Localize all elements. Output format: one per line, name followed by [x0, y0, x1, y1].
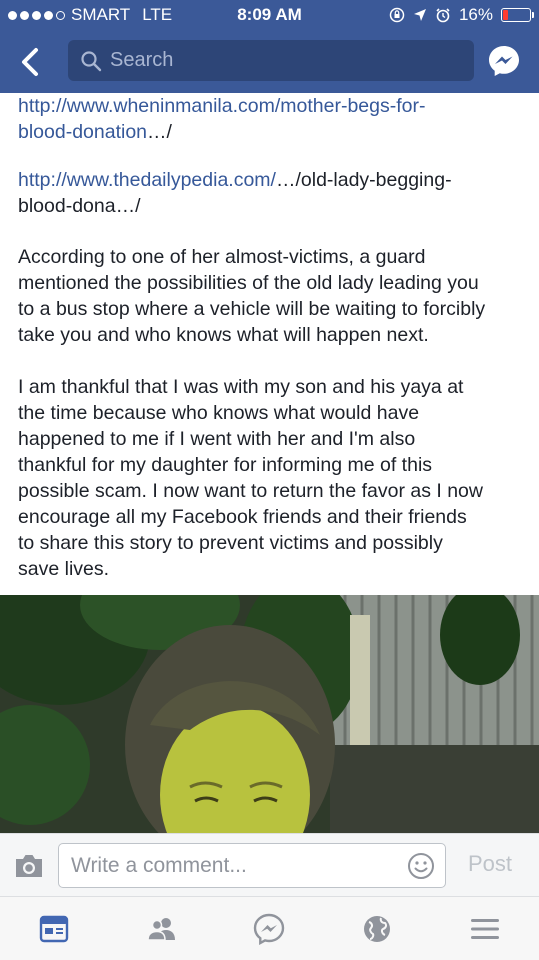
paragraph-line: According to one of her almost-victims, … — [18, 246, 426, 268]
messenger-tab-icon[interactable] — [253, 913, 285, 945]
menu-icon[interactable] — [469, 913, 501, 945]
link-wheninmanila-line2[interactable]: blood-donation — [18, 121, 147, 143]
paragraph-line: thankful for my daughter for informing m… — [18, 454, 433, 476]
top-bar: SMART LTE 8:09 AM 16% — [0, 0, 539, 93]
link-thedailypedia-domain[interactable]: http://www.thedailypedia.com/ — [18, 169, 276, 191]
smiley-icon[interactable] — [407, 852, 435, 880]
paragraph-line: mentioned the possibilities of the old l… — [18, 272, 479, 294]
link-thedailypedia[interactable]: http://www.thedailypedia.com/…/old-lady-… — [18, 167, 528, 219]
messenger-icon[interactable] — [487, 44, 521, 78]
navigation-bar — [0, 30, 539, 93]
post-photo[interactable] — [0, 595, 539, 833]
link-wheninmanila-line1[interactable]: http://www.wheninmanila.com/mother-begs-… — [18, 95, 426, 117]
friends-icon[interactable] — [146, 913, 178, 945]
status-right: 16% — [389, 5, 534, 25]
news-feed-icon[interactable] — [38, 913, 70, 945]
post-paragraph-2: I am thankful that I was with my son and… — [18, 374, 528, 582]
chevron-left-icon[interactable] — [14, 44, 50, 80]
location-arrow-icon — [413, 9, 426, 21]
paragraph-line: to a bus stop where a vehicle will be wa… — [18, 298, 486, 320]
link-thedailypedia-line2: blood-dona…/ — [18, 195, 141, 217]
tab-bar — [0, 896, 539, 960]
search-input[interactable] — [110, 40, 460, 81]
paragraph-line: I am thankful that I was with my son and… — [18, 376, 464, 398]
paragraph-line: the time because who knows what would ha… — [18, 402, 420, 424]
link-wheninmanila[interactable]: http://www.wheninmanila.com/mother-begs-… — [18, 93, 528, 145]
screen-rotation-lock-icon — [389, 7, 405, 23]
post-paragraph-1: According to one of her almost-victims, … — [18, 244, 528, 348]
paragraph-line: take you and who knows what will happen … — [18, 324, 429, 346]
link-wheninmanila-suffix: …/ — [147, 121, 172, 143]
paragraph-line: save lives. — [18, 558, 110, 580]
camera-icon[interactable] — [13, 852, 45, 880]
search-icon — [81, 51, 102, 72]
comment-input[interactable] — [71, 844, 391, 887]
post-button[interactable]: Post — [468, 851, 512, 877]
battery-percent: 16% — [458, 5, 493, 24]
paragraph-line: possible scam. I now want to return the … — [18, 480, 483, 502]
paragraph-line: encourage all my Facebook friends and th… — [18, 506, 467, 528]
search-bar[interactable] — [68, 40, 474, 81]
comment-bar: Post — [0, 833, 539, 896]
alarm-icon — [436, 8, 450, 23]
status-bar: SMART LTE 8:09 AM 16% — [0, 0, 539, 30]
battery-icon — [501, 8, 534, 22]
link-thedailypedia-path: …/old-lady-begging- — [275, 169, 452, 191]
comment-field[interactable] — [58, 843, 446, 888]
post-content: http://www.wheninmanila.com/mother-begs-… — [0, 93, 539, 833]
paragraph-line: to share this story to prevent victims a… — [18, 532, 443, 554]
paragraph-line: happened to me if I went with her and I'… — [18, 428, 416, 450]
globe-notifications-icon[interactable] — [361, 913, 393, 945]
